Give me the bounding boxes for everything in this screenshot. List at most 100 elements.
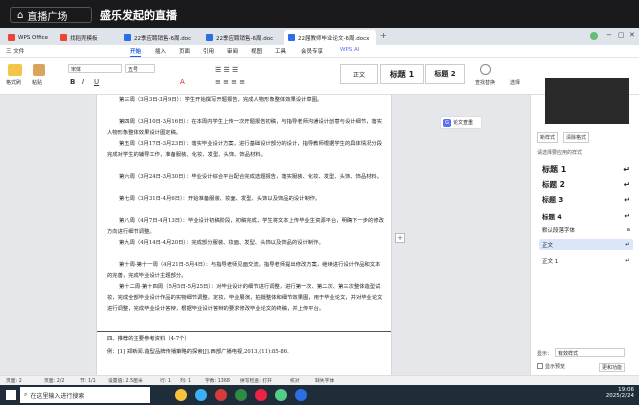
new-style-button[interactable]: 新样式 (537, 132, 559, 143)
style-mark: ↵ (624, 195, 630, 204)
app-icon-1[interactable] (175, 389, 187, 401)
font-size-select[interactable]: 五号 (125, 64, 155, 73)
taskbar-search-text: 在这里输入进行搜索 (30, 392, 85, 400)
document-page[interactable]: 第三周（3月3日-3月9日）：学生开始撰写开题报告，完成人物形象整体效果设计草图… (96, 95, 392, 375)
schedule-week-9: 第九周（4月14日-4月20日）：完成部分服装、妆面、发型、头饰以及饰品的设计制… (119, 240, 324, 246)
preview-checkbox[interactable] (537, 363, 543, 369)
style-heading-1[interactable]: 标题 1 (380, 64, 424, 84)
tab-template[interactable]: 找稻壳模板 (56, 30, 118, 45)
find-replace-icon[interactable] (480, 64, 491, 75)
find-replace-label: 查找替换 (475, 80, 496, 86)
wps-taskbar-icon[interactable] (255, 389, 267, 401)
tab-bar: WPS Office 找稻壳模板 22季应聘销售-6周.doc 22季应聘销售-… (0, 28, 639, 45)
menu-insert[interactable]: 插入 (155, 47, 166, 55)
more-functions-button[interactable]: 更和功能 (599, 363, 626, 372)
menu-home[interactable]: 开始 (130, 47, 142, 57)
status-words[interactable]: 字数: 1368 (205, 377, 230, 384)
status-pages: 页面: 2/2 (44, 379, 65, 384)
tab-doc-2[interactable]: 22季应聘销售-6周.doc (202, 30, 282, 45)
tab-doc-1[interactable]: 22季应聘销售-6周.doc (120, 30, 200, 45)
style-mark: ↵ (623, 180, 630, 189)
panel-style-heading-1[interactable]: 标题 1 ↵ (539, 163, 633, 176)
format-painter-icon[interactable] (8, 64, 22, 76)
menu-reference[interactable]: 引用 (203, 47, 214, 55)
panel-style-heading-3[interactable]: 标题 3 ↵ (539, 193, 633, 206)
status-bar: 页面: 2 页面: 2/2 节: 1/1 设置值: 2.5厘米 行: 1 列: … (0, 375, 639, 385)
close-icon[interactable]: ✕ (629, 31, 635, 39)
menu-bar: 三 文件 开始 插入 页面 引用 审阅 视图 工具 会员专享 WPS AI (0, 45, 639, 58)
style-mark: ↵ (624, 211, 630, 220)
italic-button[interactable]: I (82, 78, 84, 86)
app-icon-2[interactable] (195, 389, 207, 401)
app-icon-4[interactable] (235, 389, 247, 401)
maximize-icon[interactable]: ▢ (618, 31, 625, 39)
panel-style-heading-2[interactable]: 标题 2 ↵ (539, 178, 633, 191)
style-normal[interactable]: 正文 (340, 64, 378, 84)
add-icon[interactable]: + (395, 233, 405, 243)
panel-style-normal[interactable]: 正文 ↵ (539, 239, 633, 250)
menu-page[interactable]: 页面 (179, 47, 190, 55)
panel-style-heading-4[interactable]: 标题 4 ↵ (539, 209, 633, 222)
style-mark: ↵ (623, 165, 630, 174)
reference-heading: 四、推荐的主要参考资料（4-7个） (107, 336, 190, 342)
show-select[interactable]: 有效样式 (555, 348, 625, 357)
menu-member[interactable]: 会员专享 (301, 47, 323, 55)
status-missing-font[interactable]: 缺失字体 (315, 377, 334, 384)
panel-style-normal-1[interactable]: 正文 1 ↵ (539, 255, 633, 266)
schedule-week-10-11: 第十周-第十一周（4月21日-5月4日）：与指导老师见面交流，指导老师提出修改方… (107, 262, 381, 279)
schedule-week-6: 第六周（3月24日-3月30日）：毕业设计综合平台配合完成选题报告，落实服装、化… (119, 174, 383, 180)
doc-icon (206, 34, 213, 41)
app-icon-5[interactable] (275, 389, 287, 401)
show-label: 显示： (537, 351, 553, 357)
right-margin-area (392, 95, 530, 375)
menu-tools[interactable]: 工具 (275, 47, 286, 55)
panel-style-default-font[interactable]: 默认段落字体 a (539, 224, 633, 235)
live-video-overlay[interactable] (545, 78, 629, 124)
tab-wps-office[interactable]: WPS Office (4, 30, 52, 45)
paste-icon[interactable] (33, 64, 45, 76)
schedule-week-7: 第七周（3月31日-4月6日）：开始准备服装、妆面、发型、头饰以及饰品的设计制作… (119, 196, 321, 202)
left-margin-area (0, 95, 95, 375)
font-family-select[interactable]: 宋体 (68, 64, 122, 73)
live-square-button[interactable]: ⌂ 直播广场 (10, 7, 92, 23)
taskbar-clock[interactable]: 19:06 2025/2/24 (590, 387, 634, 399)
doc-icon (124, 34, 131, 41)
menu-wps-ai[interactable]: WPS AI (340, 47, 359, 53)
paste-label: 粘贴 (32, 80, 43, 86)
status-proof[interactable]: 校对 (290, 377, 300, 384)
minimize-icon[interactable]: − (606, 31, 612, 39)
clock-date: 2025/2/24 (605, 393, 634, 399)
new-tab-button[interactable]: + (380, 31, 387, 40)
search-icon: ⌕ (24, 391, 28, 398)
status-settings: 设置值: 2.5厘米 (108, 379, 143, 384)
schedule-week-4: 第四周（3月10日-3月16日）：在本周内学生上传一次开题报告初稿，与指导老师沟… (107, 119, 383, 136)
style-mark: ↵ (625, 257, 630, 264)
style-heading-2[interactable]: 标题 2 (425, 64, 465, 84)
schedule-week-3: 第三周（3月3日-3月9日）：学生开始撰写开题报告，完成人物形象整体效果设计草图… (119, 97, 323, 103)
style-label: 标题 1 (542, 165, 567, 174)
bold-button[interactable]: B (70, 78, 75, 86)
taskbar-search[interactable]: ⌕ 在这里输入进行搜索 (20, 387, 150, 403)
schedule-week-12-14: 第十二周-第十四周（5月5日-5月25日）：对毕业设计的细节进行调整，进行第一次… (107, 284, 383, 312)
app-icon-6[interactable] (295, 389, 307, 401)
live-square-label: 直播广场 (27, 11, 68, 23)
align-icon[interactable]: ≡ ≡ ≡ ≡ (215, 78, 245, 86)
style-label: 标题 4 (542, 212, 562, 221)
tab-doc-active[interactable]: 22届教师毕业论文-6周.docx (284, 30, 376, 45)
menu-file[interactable]: 三 文件 (6, 47, 24, 55)
list-icon[interactable]: ☰ ☰ ☰ (215, 66, 238, 74)
underline-button[interactable]: U (94, 78, 99, 86)
font-color-icon[interactable]: A (180, 78, 185, 86)
reference-item: 例：[1] 郑新闻.造型品牌传播策略的探索[J].西部广播电视,2013,(11… (107, 349, 289, 355)
plagiarism-check-button[interactable]: G 论文查重 (440, 116, 482, 129)
app-icon-3[interactable] (215, 389, 227, 401)
avatar[interactable] (590, 32, 598, 40)
style-section-label: 请选择要应用的样式 (537, 150, 583, 156)
menu-review[interactable]: 审阅 (227, 47, 238, 55)
select-label[interactable]: 选择 (510, 79, 520, 86)
windows-start-icon[interactable] (6, 390, 16, 400)
clear-format-button[interactable]: 清除格式 (563, 132, 590, 143)
status-spellcheck[interactable]: 拼写检查: 打开 (240, 377, 272, 384)
menu-view[interactable]: 视图 (251, 47, 262, 55)
tab-label: 22季应聘销售-6周.doc (216, 35, 274, 42)
